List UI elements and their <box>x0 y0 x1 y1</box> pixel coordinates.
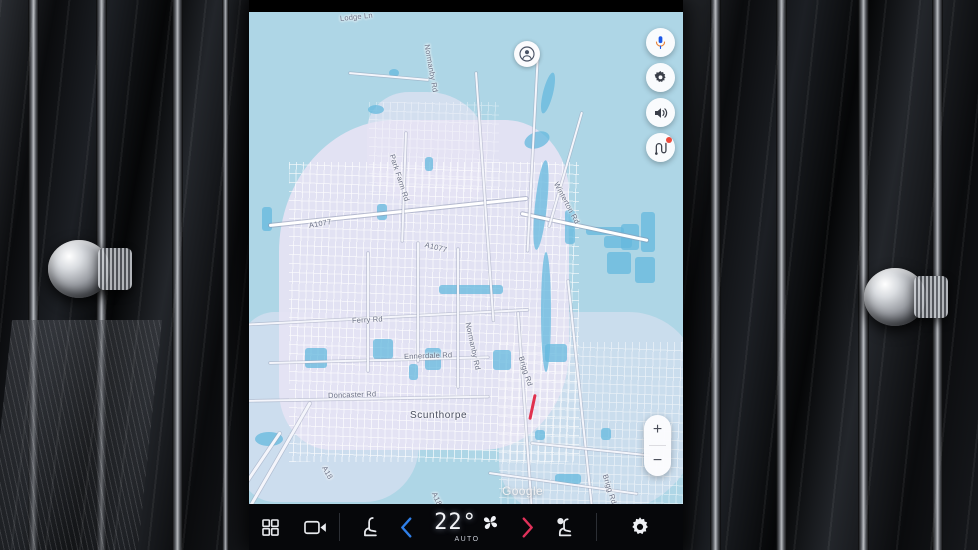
temperature-display[interactable]: 22° AUTO <box>434 504 500 550</box>
grid-apps-icon <box>262 518 279 536</box>
chevron-right-icon <box>522 516 533 538</box>
chevron-left-icon <box>401 516 412 538</box>
climate-control-bar: 22° AUTO <box>249 504 683 550</box>
seat-icon <box>557 518 572 537</box>
zoom-in-button[interactable]: + <box>644 415 671 445</box>
screen-bezel <box>249 0 683 12</box>
map-road-label: Ennerdale Rd <box>403 350 453 361</box>
zoom-out-button[interactable]: − <box>644 446 671 476</box>
map-road-label: Lodge Ln <box>339 12 374 23</box>
map-side-buttons <box>646 28 675 162</box>
map-road-label: Doncaster Rd <box>327 389 377 400</box>
map-road-label: A18 <box>429 490 444 504</box>
car-dashboard: Lodge Ln Normanby Rd Park Farm Rd A1077 A107… <box>0 0 978 550</box>
temperature-value: 22° <box>434 509 477 535</box>
temp-decrease-button[interactable] <box>400 504 413 550</box>
driver-seat-heater-button[interactable] <box>361 504 380 550</box>
air-vent-knob-right[interactable] <box>864 268 948 326</box>
camera-icon <box>304 520 326 534</box>
camera-button[interactable] <box>304 504 327 550</box>
map-road-label: Ferry Rd <box>351 314 383 325</box>
gear-icon <box>654 70 666 82</box>
climate-mode-label: AUTO <box>454 535 480 543</box>
reroute-badge <box>666 137 672 143</box>
passenger-seat-heater-button[interactable] <box>554 504 575 550</box>
speaker-grille <box>0 320 163 550</box>
account-avatar[interactable] <box>514 41 540 67</box>
fan-icon <box>483 515 497 530</box>
reroute-button[interactable] <box>646 133 675 162</box>
volume-button[interactable] <box>646 98 675 127</box>
account-avatar-icon <box>519 46 535 62</box>
google-watermark: Google <box>502 484 544 498</box>
climate-settings-button[interactable] <box>629 504 651 550</box>
map-canvas[interactable]: Lodge Ln Normanby Rd Park Farm Rd A1077 A107… <box>249 12 683 504</box>
map-place-label: Scunthorpe <box>410 410 468 421</box>
zoom-control: + − <box>644 415 671 476</box>
map-settings-button[interactable] <box>646 63 675 92</box>
seat-icon <box>363 517 377 537</box>
speaker-icon <box>654 107 667 118</box>
voice-search-button[interactable] <box>646 28 675 57</box>
gear-icon <box>632 517 648 535</box>
infotainment-screen: Lodge Ln Normanby Rd Park Farm Rd A1077 A107… <box>249 0 683 550</box>
microphone-icon <box>655 36 666 49</box>
air-vent-knob-left[interactable] <box>48 240 132 298</box>
dashboard-trim-right <box>680 0 978 550</box>
apps-grid-button[interactable] <box>261 504 280 550</box>
map-road-label: Normanby Rd <box>422 43 440 94</box>
temp-increase-button[interactable] <box>521 504 534 550</box>
